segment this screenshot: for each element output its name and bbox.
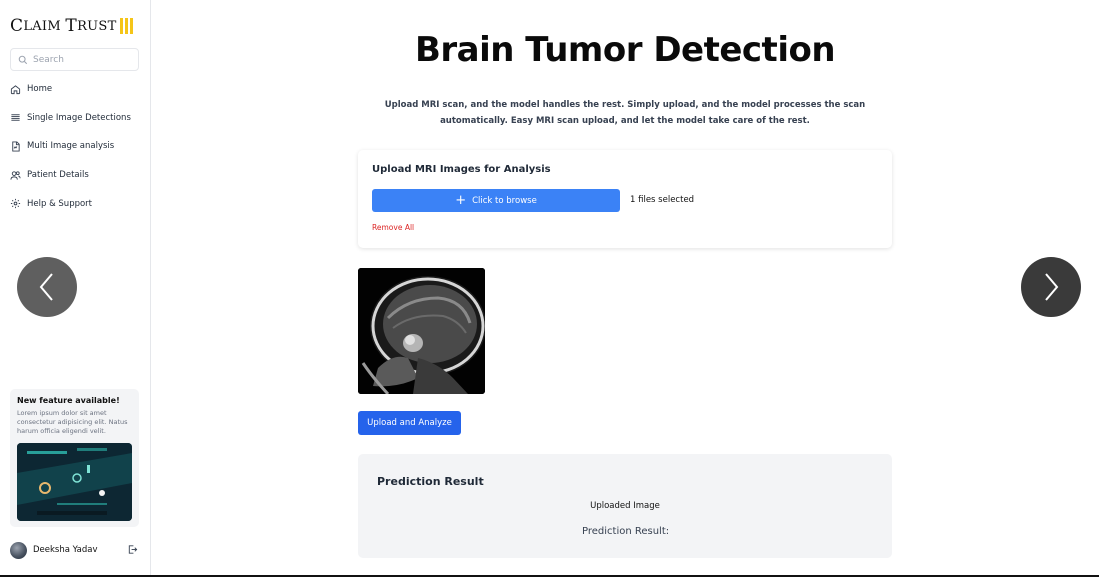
sidebar-item-label: Single Image Detections	[27, 112, 131, 123]
brand-letter-2: T	[65, 16, 78, 36]
avatar	[10, 541, 27, 559]
sidebar-item-label: Patient Details	[27, 170, 89, 181]
users-icon	[10, 170, 21, 180]
page-subtitle: Upload MRI scan, and the model handles t…	[384, 100, 866, 126]
brand-letter: C	[10, 16, 24, 36]
prediction-result-label: Prediction Result:	[582, 526, 670, 537]
search-icon	[18, 55, 28, 64]
sidebar-item-label: Multi Image analysis	[27, 141, 115, 152]
carousel-next-button[interactable]	[1021, 257, 1081, 317]
sidebar-item-home[interactable]: Home	[10, 82, 145, 96]
chevron-left-icon	[39, 273, 53, 301]
home-icon	[10, 84, 21, 94]
prediction-result-panel: Prediction Result Uploaded Image Predict…	[358, 454, 892, 558]
upload-card-title: Upload MRI Images for Analysis	[372, 164, 551, 175]
sidebar-item-label: Help & Support	[27, 198, 93, 209]
prediction-result-title: Prediction Result	[377, 475, 484, 488]
sidebar-item-single-image-detections[interactable]: Single Image Detections	[10, 111, 145, 125]
page-title: Brain Tumor Detection	[414, 30, 836, 70]
search-input[interactable]	[33, 54, 133, 65]
brand-text: LAIM	[23, 18, 66, 34]
remove-all-link[interactable]: Remove All	[372, 223, 414, 232]
new-feature-card: New feature available! Lorem ipsum dolor…	[10, 389, 139, 527]
files-selected-count: 1 files selected	[630, 195, 695, 205]
list-icon	[11, 114, 20, 121]
upload-and-analyze-button[interactable]: Upload and Analyze	[358, 411, 461, 435]
search-box[interactable]	[10, 48, 139, 71]
browse-label: Click to browse	[472, 195, 537, 206]
promo-title: New feature available!	[17, 396, 120, 405]
upload-card: Upload MRI Images for Analysis + Click t…	[358, 150, 892, 248]
carousel-prev-button[interactable]	[17, 257, 77, 317]
mri-preview-image	[358, 268, 485, 394]
sidebar-item-label: Home	[27, 84, 53, 94]
sidebar-item-multi-image-analysis[interactable]: Multi Image analysis	[10, 139, 145, 153]
brand-text-2: RUST	[77, 18, 117, 34]
sidebar-item-help-support[interactable]: Help & Support	[10, 197, 145, 211]
browse-button[interactable]: + Click to browse	[372, 189, 620, 212]
brand-logo[interactable]: C LAIM T RUST	[10, 16, 133, 36]
document-icon	[12, 141, 20, 152]
promo-text: Lorem ipsum dolor sit amet consectetur a…	[17, 409, 128, 435]
plus-icon: +	[455, 192, 467, 208]
sidebar-nav: Home Single Image Detections Multi Image…	[10, 82, 145, 225]
chevron-right-icon	[1045, 273, 1059, 301]
sidebar-item-patient-details[interactable]: Patient Details	[10, 168, 145, 182]
brand-bars-icon	[119, 18, 133, 34]
user-name: Deeksha Yadav	[33, 545, 98, 555]
logout-icon[interactable]	[127, 544, 138, 555]
promo-image	[17, 443, 132, 521]
gear-icon	[10, 199, 21, 209]
user-profile[interactable]: Deeksha Yadav	[10, 541, 140, 559]
uploaded-image-label: Uploaded Image	[590, 501, 660, 511]
